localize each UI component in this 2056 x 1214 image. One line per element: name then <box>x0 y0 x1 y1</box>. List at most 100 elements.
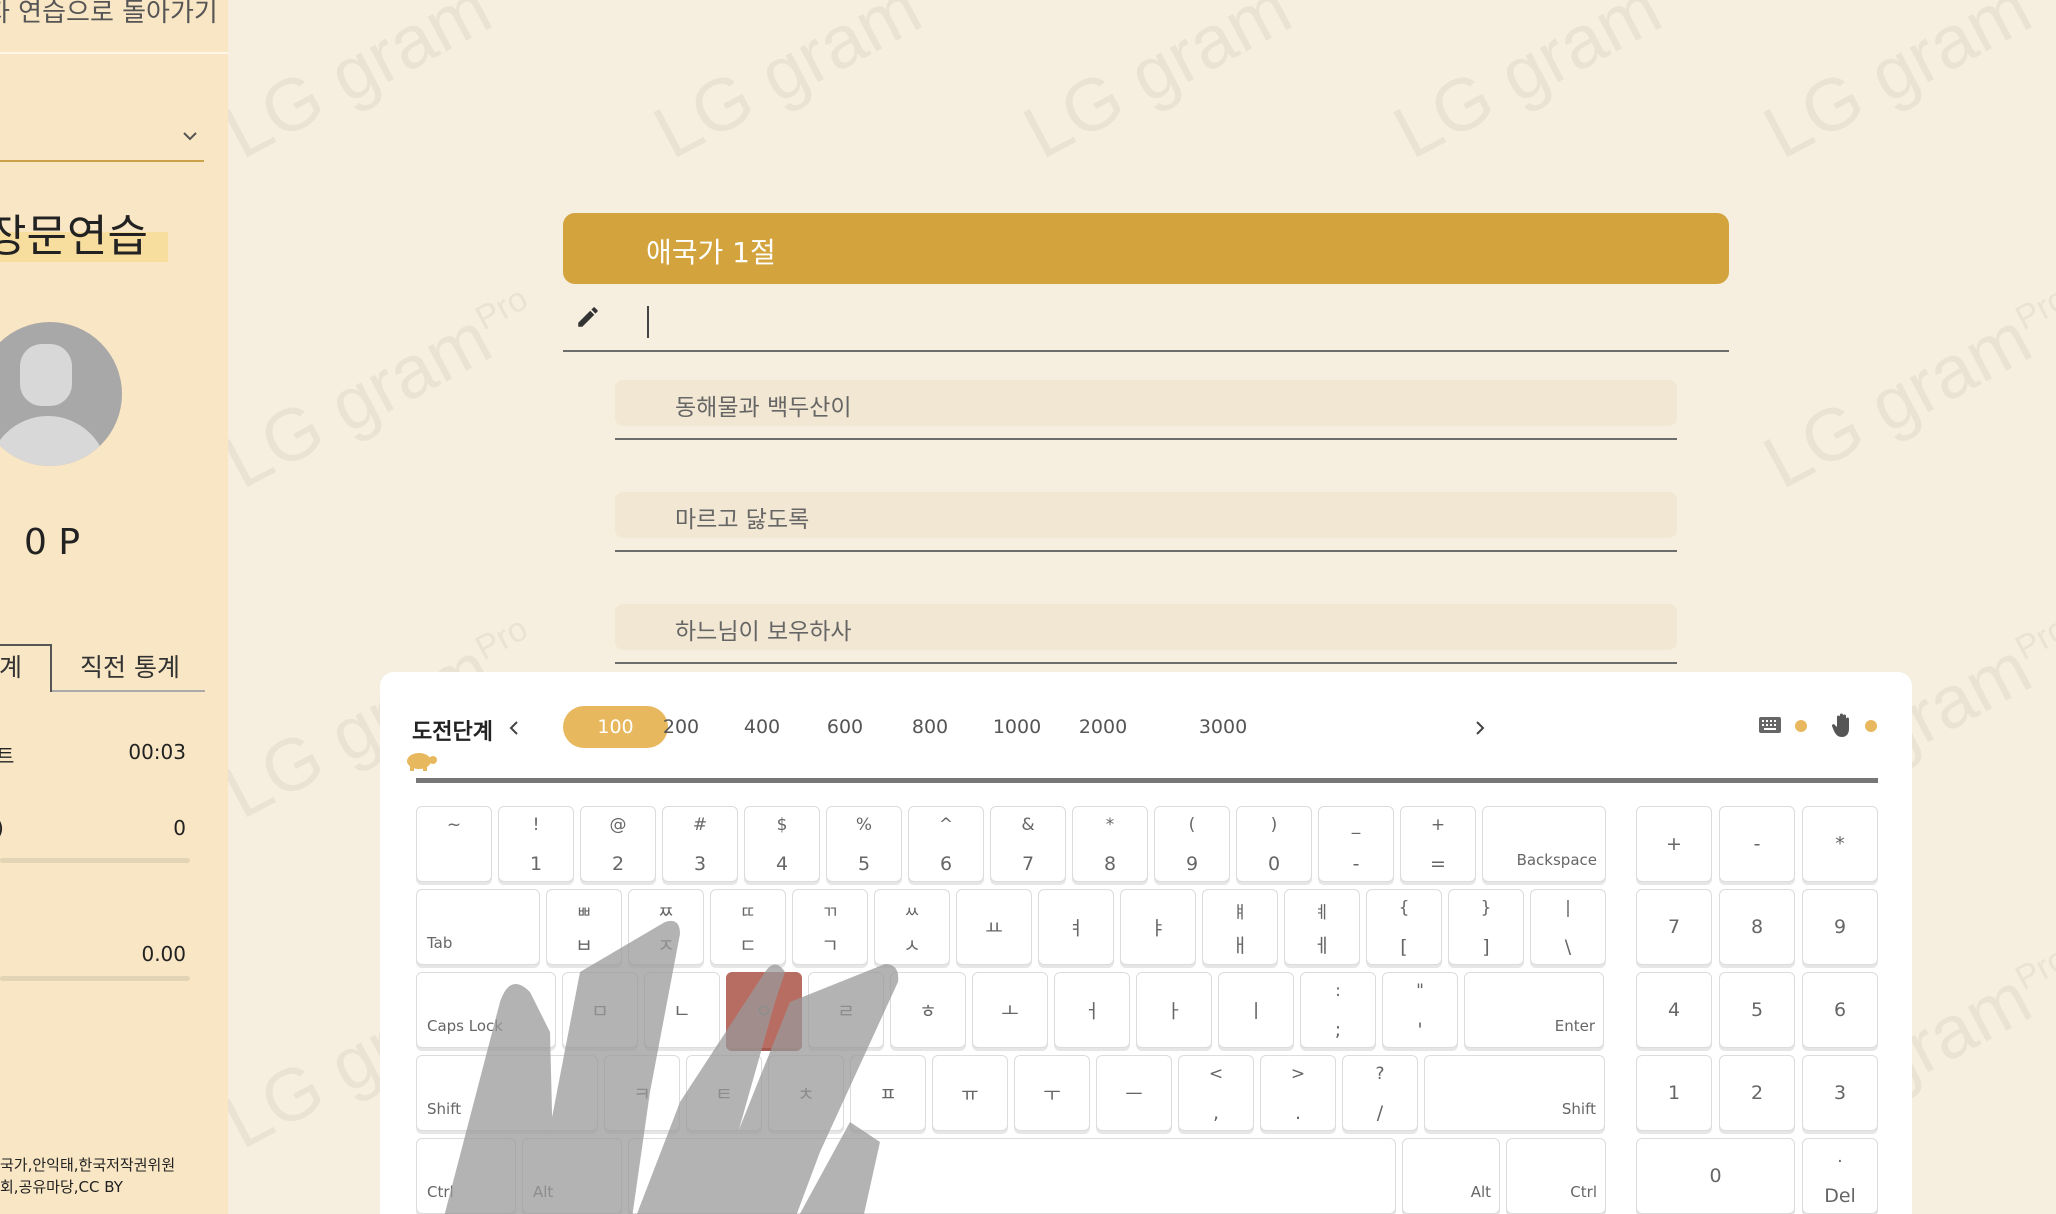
key--[interactable]: _ - <box>1318 806 1394 882</box>
level-option-400[interactable]: 400 <box>730 706 794 748</box>
typing-input[interactable] <box>563 298 1729 352</box>
chevron-left-icon[interactable] <box>506 720 522 736</box>
key-ㅗ[interactable]: ㅗ <box>972 972 1048 1048</box>
key-0[interactable]: ) 0 <box>1236 806 1312 882</box>
keyboard-icon[interactable] <box>1758 716 1782 734</box>
level-option-600[interactable]: 600 <box>813 706 877 748</box>
verse-title: 애국가 1절 <box>646 236 776 269</box>
back-to-practice-link[interactable]: 자 연습으로 돌아가기 <box>0 0 228 54</box>
key-/[interactable]: ? / <box>1342 1055 1418 1131</box>
progress-bar <box>416 778 1878 783</box>
level-option-800[interactable]: 800 <box>898 706 962 748</box>
key-alt[interactable]: Alt <box>1402 1138 1500 1214</box>
key-ㅓ[interactable]: ㅓ <box>1054 972 1130 1048</box>
key-ㄴ[interactable]: ㄴ <box>644 972 720 1048</box>
key-label: 7 <box>1667 916 1681 938</box>
key-ㅛ[interactable]: ㅛ <box>956 889 1032 965</box>
tab-stats[interactable]: 통계 <box>0 644 52 692</box>
key-ㄷ[interactable]: ㄸㄷ <box>710 889 786 965</box>
numpad-key-0[interactable]: 0 <box>1636 1138 1795 1214</box>
level-option-200[interactable]: 200 <box>649 706 713 748</box>
key-ㅅ[interactable]: ㅆㅅ <box>874 889 950 965</box>
key-ㅍ[interactable]: ㅍ <box>850 1055 926 1131</box>
key-label: Backspace <box>1516 851 1597 869</box>
key-label: | <box>1565 898 1571 918</box>
key-;[interactable]: :; <box>1300 972 1376 1048</box>
numpad-key-7[interactable]: 7 <box>1636 889 1712 965</box>
key-label: - <box>1352 853 1360 875</box>
key-ㅐ[interactable]: ㅒㅐ <box>1202 889 1278 965</box>
numpad-key-9[interactable]: 9 <box>1802 889 1878 965</box>
key-ㅈ[interactable]: ㅉㅈ <box>628 889 704 965</box>
key-ㅌ[interactable]: ㅌ <box>686 1055 762 1131</box>
tab-previous-stats[interactable]: 직전 통계 <box>80 644 180 692</box>
numpad-key-1[interactable]: 1 <box>1636 1055 1712 1131</box>
key-9[interactable]: (9 <box>1154 806 1230 882</box>
key-space[interactable] <box>628 1138 1396 1214</box>
key-5[interactable]: % 5 <box>826 806 902 882</box>
key-][interactable]: }] <box>1448 889 1524 965</box>
numpad-key-8[interactable]: 8 <box>1719 889 1795 965</box>
numpad-key-*[interactable]: * <box>1802 806 1878 882</box>
key-ctrl[interactable]: Ctrl <box>1506 1138 1606 1214</box>
key-,[interactable]: <, <box>1178 1055 1254 1131</box>
level-option-1000[interactable]: 1000 <box>977 706 1057 748</box>
key-\[interactable]: | \ <box>1530 889 1606 965</box>
key-ㅏ[interactable]: ㅏ <box>1136 972 1212 1048</box>
numpad-key-6[interactable]: 6 <box>1802 972 1878 1048</box>
key-~[interactable]: ~ <box>416 806 492 882</box>
numpad-key-2[interactable]: 2 <box>1719 1055 1795 1131</box>
numpad-key-del[interactable]: . Del <box>1802 1138 1878 1214</box>
key-4[interactable]: $4 <box>744 806 820 882</box>
key-label: Caps Lock <box>427 1017 503 1035</box>
key-1[interactable]: ! 1 <box>498 806 574 882</box>
key-ㅇ[interactable]: ㅇ <box>726 972 802 1048</box>
numpad-key-4[interactable]: 4 <box>1636 972 1712 1048</box>
key-ㅠ[interactable]: ㅠ <box>932 1055 1008 1131</box>
key-enter[interactable]: Enter <box>1464 972 1604 1048</box>
line-text: 동해물과 백두산이 <box>675 395 852 421</box>
key-alt[interactable]: Alt <box>522 1138 622 1214</box>
key-6[interactable]: ^ 6 <box>908 806 984 882</box>
key-ㄱ[interactable]: ㄲㄱ <box>792 889 868 965</box>
key-ㅊ[interactable]: ㅊ <box>768 1055 844 1131</box>
key-ㅣ[interactable]: ㅣ <box>1218 972 1294 1048</box>
key-3[interactable]: #3 <box>662 806 738 882</box>
practice-select[interactable] <box>0 118 204 162</box>
key-tab[interactable]: Tab <box>416 889 540 965</box>
key-ㅋ[interactable]: ㅋ <box>604 1055 680 1131</box>
key-caps-lock[interactable]: Caps Lock <box>416 972 556 1048</box>
key-ㄹ[interactable]: ㄹ <box>808 972 884 1048</box>
key-ㅂ[interactable]: ㅃㅂ <box>546 889 622 965</box>
key-ctrl[interactable]: Ctrl <box>416 1138 516 1214</box>
key-8[interactable]: * 8 <box>1072 806 1148 882</box>
key-ㅕ[interactable]: ㅕ <box>1038 889 1114 965</box>
key-ㅑ[interactable]: ㅑ <box>1120 889 1196 965</box>
key-backspace[interactable]: Backspace <box>1482 806 1606 882</box>
key-7[interactable]: & 7 <box>990 806 1066 882</box>
key-label: + <box>1430 815 1446 835</box>
chevron-right-icon[interactable] <box>1472 720 1488 736</box>
key-ㅜ[interactable]: ㅜ <box>1014 1055 1090 1131</box>
numpad-key--[interactable]: - <box>1719 806 1795 882</box>
numpad-key-5[interactable]: 5 <box>1719 972 1795 1048</box>
key-ㅡ[interactable]: ㅡ <box>1096 1055 1172 1131</box>
numpad-key-3[interactable]: 3 <box>1802 1055 1878 1131</box>
key-ㅁ[interactable]: ㅁ <box>562 972 638 1048</box>
key-shift[interactable]: Shift <box>1424 1055 1605 1131</box>
key-[[interactable]: {[ <box>1366 889 1442 965</box>
numpad-key-+[interactable]: + <box>1636 806 1712 882</box>
key-label: 4 <box>775 853 789 875</box>
verse-header: 애국가 1절 <box>563 213 1729 284</box>
key-2[interactable]: @2 <box>580 806 656 882</box>
key-.[interactable]: >. <box>1260 1055 1336 1131</box>
level-option-3000[interactable]: 3000 <box>1183 706 1263 748</box>
key-ㅔ[interactable]: ㅖㅔ <box>1284 889 1360 965</box>
key-label: Shift <box>427 1100 462 1118</box>
key-=[interactable]: + = <box>1400 806 1476 882</box>
key-'[interactable]: " ' <box>1382 972 1458 1048</box>
key-ㅎ[interactable]: ㅎ <box>890 972 966 1048</box>
hand-icon[interactable] <box>1832 712 1854 738</box>
key-shift[interactable]: Shift <box>416 1055 598 1131</box>
level-option-2000[interactable]: 2000 <box>1063 706 1143 748</box>
